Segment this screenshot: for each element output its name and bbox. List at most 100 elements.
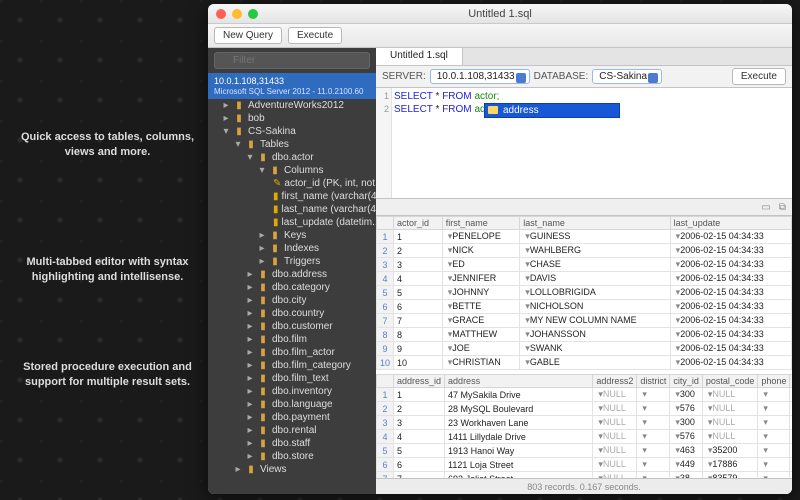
table-row[interactable]: 66▾BETTE▾NICHOLSON▾2006-02-15 04:34:33: [377, 300, 792, 314]
column-header[interactable]: [377, 375, 394, 388]
keys-group[interactable]: ▸▮Keys: [208, 229, 376, 242]
column-icon: ▮: [273, 204, 279, 215]
copy-icon[interactable]: ⧉: [779, 202, 786, 213]
server-version: Microsoft SQL Server 2012 - 11.0.2100.60: [214, 87, 370, 97]
table-row[interactable]: 551913 Hanoi Way▾NULL▾▾463▾35200▾▾2006-0…: [377, 444, 793, 458]
table-item[interactable]: ▸▮dbo.language: [208, 398, 376, 411]
table-row[interactable]: 77▾GRACE▾MY NEW COLUMN NAME▾2006-02-15 0…: [377, 314, 792, 328]
titlebar: Untitled 1.sql: [208, 4, 792, 24]
folder-icon: ▮: [257, 334, 269, 345]
folder-icon: ▮: [233, 100, 245, 111]
autocomplete-popup[interactable]: address: [484, 103, 620, 118]
table-row[interactable]: 55▾JOHNNY▾LOLLOBRIGIDA▾2006-02-15 04:34:…: [377, 286, 792, 300]
object-tree[interactable]: ▸▮AdventureWorks2012 ▸▮bob ▾▮CS-Sakina ▾…: [208, 99, 376, 494]
table-item[interactable]: ▸▮dbo.film_actor: [208, 346, 376, 359]
folder-open-icon: ▮: [269, 165, 281, 176]
folder-icon: ▮: [257, 386, 269, 397]
database-select[interactable]: CS-Sakina: [592, 69, 662, 84]
folder-icon: ▮: [257, 321, 269, 332]
editor-tab[interactable]: Untitled 1.sql: [376, 48, 463, 65]
table-item[interactable]: ▸▮dbo.inventory: [208, 385, 376, 398]
server-header[interactable]: 10.0.1.108,31433 Microsoft SQL Server 20…: [208, 73, 376, 99]
column-header[interactable]: last_update: [790, 375, 792, 388]
window-title: Untitled 1.sql: [208, 8, 792, 20]
folder-icon: ▮: [269, 256, 281, 267]
db-item[interactable]: ▸▮AdventureWorks2012: [208, 99, 376, 112]
column-header[interactable]: city_id: [670, 375, 703, 388]
folder-icon: ▮: [257, 269, 269, 280]
table-row[interactable]: 44▾JENNIFER▾DAVIS▾2006-02-15 04:34:33: [377, 272, 792, 286]
db-item[interactable]: ▾▮CS-Sakina: [208, 125, 376, 138]
column-item[interactable]: ✎actor_id (PK, int, not...: [208, 177, 376, 190]
folder-icon: ▮: [257, 451, 269, 462]
result-grid-2[interactable]: address_idaddressaddress2districtcity_id…: [376, 374, 792, 478]
column-header[interactable]: [377, 217, 394, 230]
table-item[interactable]: ▸▮dbo.rental: [208, 424, 376, 437]
execute-tab-button[interactable]: Execute: [732, 68, 786, 85]
table-item[interactable]: ▸▮dbo.city: [208, 294, 376, 307]
result-grid-1[interactable]: actor_idfirst_namelast_namelast_update11…: [376, 216, 792, 370]
table-row[interactable]: 1147 MySakila Drive▾NULL▾▾300▾NULL▾▾2006…: [377, 388, 793, 402]
table-item[interactable]: ▸▮dbo.customer: [208, 320, 376, 333]
table-item[interactable]: ▸▮dbo.film: [208, 333, 376, 346]
columns-group[interactable]: ▾▮Columns: [208, 164, 376, 177]
new-query-button[interactable]: New Query: [214, 27, 282, 44]
table-row[interactable]: 661121 Loja Street▾NULL▾▾449▾17886▾▾2006…: [377, 458, 793, 472]
folder-icon: ▮: [257, 373, 269, 384]
column-header[interactable]: actor_id: [394, 217, 443, 230]
table-item[interactable]: ▸▮dbo.store: [208, 450, 376, 463]
folder-icon: ▮: [269, 243, 281, 254]
column-header[interactable]: last_name: [520, 217, 670, 230]
table-row[interactable]: 11▾PENELOPE▾GUINESS▾2006-02-15 04:34:33: [377, 230, 792, 244]
sql-editor[interactable]: 12 SELECT * FROM actor; SELECT * FROM ad…: [376, 88, 792, 198]
column-header[interactable]: last_update: [670, 217, 791, 230]
results-panel[interactable]: actor_idfirst_namelast_namelast_update11…: [376, 216, 792, 478]
table-row[interactable]: 441411 Lillydale Drive▾NULL▾▾576▾NULL▾▾2…: [377, 430, 793, 444]
column-icon: ▮: [273, 217, 279, 228]
table-row[interactable]: 22▾NICK▾WAHLBERG▾2006-02-15 04:34:33: [377, 244, 792, 258]
column-item[interactable]: ▮first_name (varchar(4...: [208, 190, 376, 203]
column-header[interactable]: address2: [593, 375, 637, 388]
table-row[interactable]: 1010▾CHRISTIAN▾GABLE▾2006-02-15 04:34:33: [377, 356, 792, 370]
table-item[interactable]: ▸▮dbo.category: [208, 281, 376, 294]
export-icon[interactable]: ▭: [761, 202, 770, 213]
indexes-group[interactable]: ▸▮Indexes: [208, 242, 376, 255]
column-header[interactable]: district: [637, 375, 670, 388]
column-item[interactable]: ▮last_update (datetim...: [208, 216, 376, 229]
db-item[interactable]: ▸▮bob: [208, 112, 376, 125]
folder-icon: ▮: [257, 360, 269, 371]
folder-icon: ▮: [257, 425, 269, 436]
folder-icon: ▮: [245, 464, 257, 475]
table-row[interactable]: 88▾MATTHEW▾JOHANSSON▾2006-02-15 04:34:33: [377, 328, 792, 342]
tables-group[interactable]: ▾▮Tables: [208, 138, 376, 151]
server-select[interactable]: 10.0.1.108,31433: [430, 69, 530, 84]
status-bar: 803 records. 0.167 seconds.: [376, 478, 792, 494]
table-item[interactable]: ▸▮dbo.staff: [208, 437, 376, 450]
execute-button[interactable]: Execute: [288, 27, 342, 44]
views-group[interactable]: ▸▮Views: [208, 463, 376, 476]
folder-open-icon: ▮: [257, 152, 269, 163]
column-header[interactable]: phone: [758, 375, 790, 388]
table-row[interactable]: 3323 Workhaven Lane▾NULL▾▾300▾NULL▾▾2006…: [377, 416, 793, 430]
table-item[interactable]: ▾▮dbo.actor: [208, 151, 376, 164]
table-item[interactable]: ▸▮dbo.payment: [208, 411, 376, 424]
table-row[interactable]: 99▾JOE▾SWANK▾2006-02-15 04:34:33: [377, 342, 792, 356]
autocomplete-item[interactable]: address: [485, 104, 619, 117]
filter-input[interactable]: [214, 52, 370, 69]
table-row[interactable]: 33▾ED▾CHASE▾2006-02-15 04:34:33: [377, 258, 792, 272]
table-row[interactable]: 2228 MySQL Boulevard▾NULL▾▾576▾NULL▾▾200…: [377, 402, 793, 416]
table-item[interactable]: ▸▮dbo.address: [208, 268, 376, 281]
folder-icon: ▮: [257, 347, 269, 358]
column-header[interactable]: first_name: [442, 217, 520, 230]
gutter: 12: [376, 88, 392, 198]
column-header[interactable]: address: [445, 375, 593, 388]
column-icon: ▮: [273, 191, 279, 202]
folder-icon: ▮: [257, 412, 269, 423]
column-header[interactable]: postal_code: [702, 375, 758, 388]
table-item[interactable]: ▸▮dbo.country: [208, 307, 376, 320]
table-item[interactable]: ▸▮dbo.film_category: [208, 359, 376, 372]
column-item[interactable]: ▮last_name (varchar(4...: [208, 203, 376, 216]
column-header[interactable]: address_id: [394, 375, 445, 388]
table-item[interactable]: ▸▮dbo.film_text: [208, 372, 376, 385]
triggers-group[interactable]: ▸▮Triggers: [208, 255, 376, 268]
